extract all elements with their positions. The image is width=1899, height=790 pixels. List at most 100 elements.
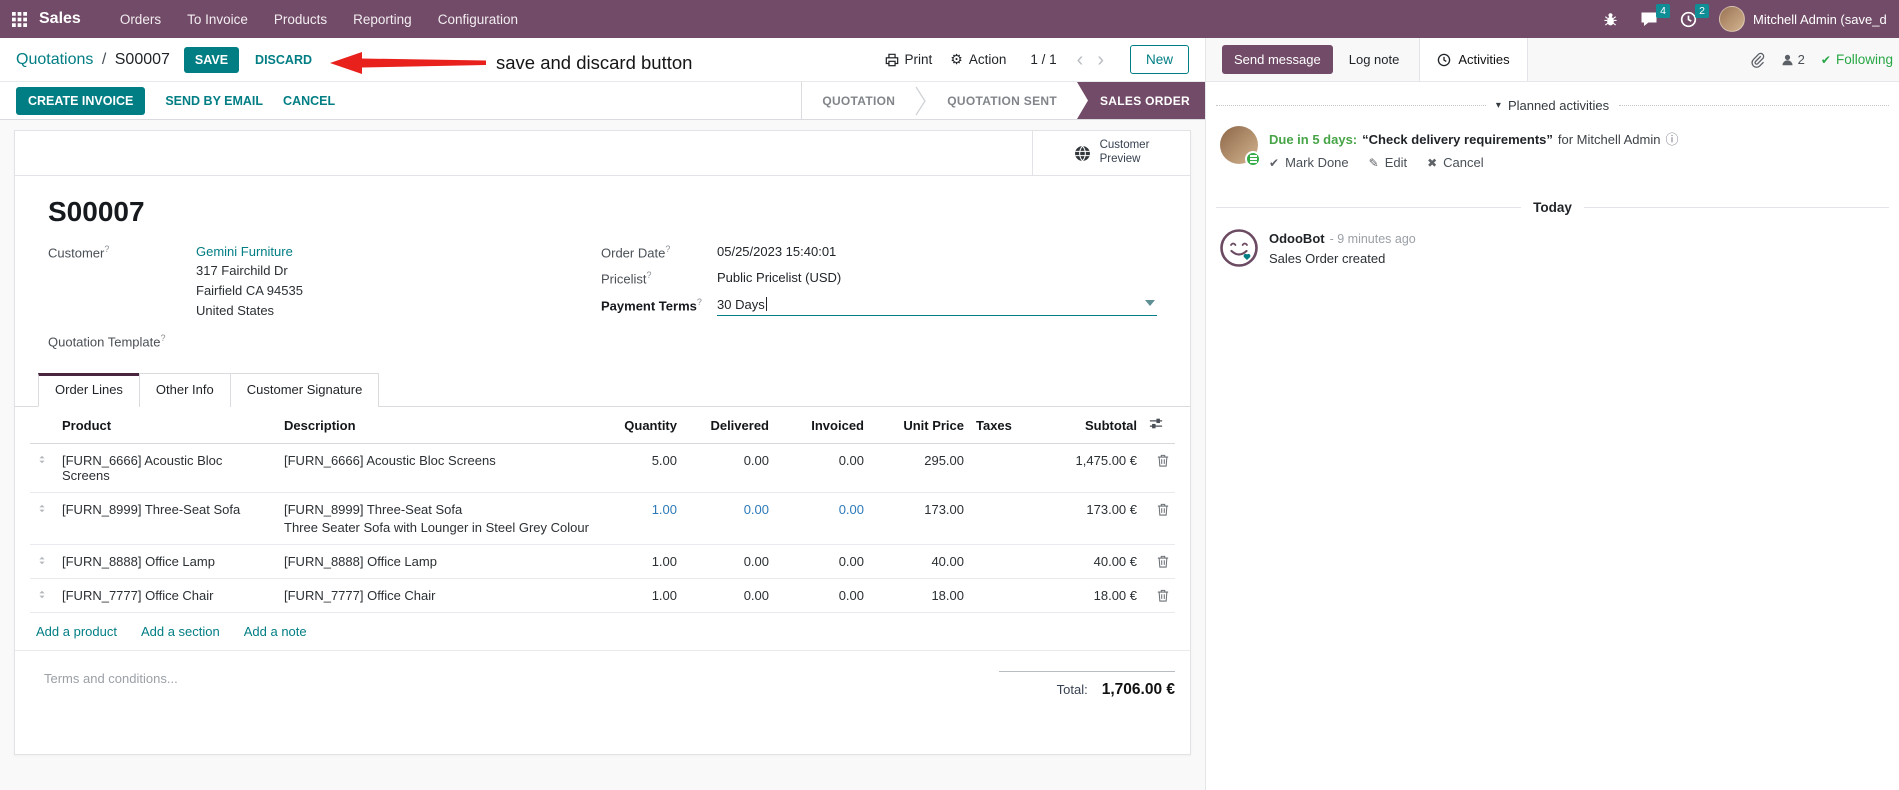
cell-taxes[interactable] <box>970 544 1025 580</box>
cell-description[interactable]: [FURN_8888] Office Lamp <box>278 544 598 580</box>
col-quantity[interactable]: Quantity <box>598 407 683 445</box>
tab-other-info[interactable]: Other Info <box>138 373 231 408</box>
delete-line-icon[interactable] <box>1157 589 1169 602</box>
send-message-button[interactable]: Send message <box>1222 45 1333 74</box>
cell-invoiced[interactable]: 0.00 <box>775 544 870 580</box>
stage-quotation-sent[interactable]: QUOTATION SENT <box>927 82 1077 119</box>
cell-quantity[interactable]: 1.00 <box>598 492 683 546</box>
cell-invoiced[interactable]: 0.00 <box>775 578 870 614</box>
cell-quantity[interactable]: 5.00 <box>598 443 683 494</box>
cell-quantity[interactable]: 1.00 <box>598 544 683 580</box>
drag-handle-icon[interactable] <box>30 578 56 614</box>
order-date-value[interactable]: 05/25/2023 15:40:01 <box>717 244 836 260</box>
cell-invoiced[interactable]: 0.00 <box>775 492 870 546</box>
cancel-activity-button[interactable]: ✖ Cancel <box>1427 155 1484 170</box>
menu-orders[interactable]: Orders <box>107 0 174 38</box>
attachments-button[interactable] <box>1750 52 1765 68</box>
menu-to-invoice[interactable]: To Invoice <box>174 0 261 38</box>
order-line-row[interactable]: [FURN_8888] Office Lamp [FURN_8888] Offi… <box>30 544 1175 580</box>
discard-button[interactable]: DISCARD <box>255 53 312 67</box>
cell-product[interactable]: [FURN_8999] Three-Seat Sofa <box>56 492 278 546</box>
cell-unit-price[interactable]: 173.00 <box>870 492 970 546</box>
stage-sales-order[interactable]: SALES ORDER <box>1077 82 1205 119</box>
message-author[interactable]: OdooBot <box>1269 231 1325 246</box>
new-button[interactable]: New <box>1129 45 1189 74</box>
following-button[interactable]: ✔ Following <box>1821 52 1893 67</box>
planned-activities-toggle[interactable]: ▾ Planned activities <box>1496 98 1609 113</box>
followers-button[interactable]: 2 <box>1781 52 1805 67</box>
breadcrumb-quotations[interactable]: Quotations <box>16 51 93 68</box>
pager-previous-icon[interactable]: ‹ <box>1075 50 1086 70</box>
stage-quotation[interactable]: QUOTATION <box>802 82 915 119</box>
payment-terms-input[interactable]: 30 Days <box>717 297 1157 316</box>
drag-handle-icon[interactable] <box>30 544 56 580</box>
app-name[interactable]: Sales <box>39 10 81 28</box>
info-icon[interactable]: ⓘ <box>1665 129 1678 148</box>
order-line-row[interactable]: [FURN_6666] Acoustic Bloc Screens [FURN_… <box>30 443 1175 494</box>
cell-delivered[interactable]: 0.00 <box>683 578 775 614</box>
tab-order-lines[interactable]: Order Lines <box>38 373 140 408</box>
col-invoiced[interactable]: Invoiced <box>775 407 870 445</box>
cell-description[interactable]: [FURN_8999] Three-Seat Sofa Three Seater … <box>278 492 598 546</box>
col-subtotal[interactable]: Subtotal <box>1025 407 1143 445</box>
cell-invoiced[interactable]: 0.00 <box>775 443 870 494</box>
apps-grid-icon[interactable] <box>12 11 27 27</box>
activity-avatar[interactable] <box>1220 126 1261 167</box>
save-button[interactable]: SAVE <box>183 46 240 73</box>
column-options-button[interactable] <box>1143 407 1175 445</box>
cell-taxes[interactable] <box>970 492 1025 546</box>
drag-handle-icon[interactable] <box>30 443 56 494</box>
order-line-row[interactable]: [FURN_8999] Three-Seat Sofa [FURN_8999] … <box>30 492 1175 546</box>
messages-icon[interactable]: 4 <box>1640 4 1670 27</box>
col-taxes[interactable]: Taxes <box>970 407 1025 445</box>
cell-delivered[interactable]: 0.00 <box>683 492 775 546</box>
cell-product[interactable]: [FURN_8888] Office Lamp <box>56 544 278 580</box>
cell-unit-price[interactable]: 295.00 <box>870 443 970 494</box>
cancel-button[interactable]: CANCEL <box>283 94 335 108</box>
add-a-note-link[interactable]: Add a note <box>244 624 307 639</box>
cell-unit-price[interactable]: 18.00 <box>870 578 970 614</box>
create-invoice-button[interactable]: CREATE INVOICE <box>16 86 146 115</box>
cell-taxes[interactable] <box>970 443 1025 494</box>
send-by-email-button[interactable]: SEND BY EMAIL <box>165 94 263 108</box>
customer-link[interactable]: Gemini Furniture <box>196 244 303 259</box>
cell-product[interactable]: [FURN_6666] Acoustic Bloc Screens <box>56 443 278 494</box>
pricelist-value[interactable]: Public Pricelist (USD) <box>717 270 841 286</box>
delete-line-icon[interactable] <box>1157 555 1169 568</box>
tab-customer-signature[interactable]: Customer Signature <box>229 373 380 408</box>
cell-product[interactable]: [FURN_7777] Office Chair <box>56 578 278 614</box>
menu-reporting[interactable]: Reporting <box>340 0 425 38</box>
print-button[interactable]: Print <box>885 52 932 67</box>
action-button[interactable]: ⚙ Action <box>950 51 1006 68</box>
activities-clock-icon[interactable]: 2 <box>1680 3 1709 28</box>
cell-unit-price[interactable]: 40.00 <box>870 544 970 580</box>
log-note-button[interactable]: Log note <box>1349 52 1400 67</box>
cell-taxes[interactable] <box>970 578 1025 614</box>
cell-delivered[interactable]: 0.00 <box>683 443 775 494</box>
edit-activity-button[interactable]: ✎ Edit <box>1369 155 1407 170</box>
terms-and-conditions-placeholder[interactable]: Terms and conditions... <box>44 671 178 699</box>
col-delivered[interactable]: Delivered <box>683 407 775 445</box>
customer-preview-button[interactable]: Customer Preview <box>1032 131 1190 175</box>
delete-line-icon[interactable] <box>1157 503 1169 516</box>
cell-quantity[interactable]: 1.00 <box>598 578 683 614</box>
pager-next-icon[interactable]: › <box>1095 50 1106 70</box>
dropdown-caret-icon[interactable] <box>1145 299 1155 306</box>
col-unit-price[interactable]: Unit Price <box>870 407 970 445</box>
debug-bug-icon[interactable] <box>1603 11 1618 27</box>
cell-delivered[interactable]: 0.00 <box>683 544 775 580</box>
activities-tab[interactable]: Activities <box>1419 38 1528 81</box>
order-line-row[interactable]: [FURN_7777] Office Chair [FURN_7777] Off… <box>30 578 1175 614</box>
user-menu[interactable]: Mitchell Admin (save_discar <box>1719 6 1887 32</box>
menu-products[interactable]: Products <box>261 0 340 38</box>
drag-handle-icon[interactable] <box>30 492 56 546</box>
cell-description[interactable]: [FURN_6666] Acoustic Bloc Screens <box>278 443 598 494</box>
delete-line-icon[interactable] <box>1157 454 1169 467</box>
add-a-product-link[interactable]: Add a product <box>36 624 117 639</box>
menu-configuration[interactable]: Configuration <box>425 0 531 38</box>
cell-description[interactable]: [FURN_7777] Office Chair <box>278 578 598 614</box>
add-a-section-link[interactable]: Add a section <box>141 624 220 639</box>
mark-done-button[interactable]: ✔ Mark Done <box>1269 155 1349 170</box>
col-product[interactable]: Product <box>56 407 278 445</box>
col-description[interactable]: Description <box>278 407 598 445</box>
